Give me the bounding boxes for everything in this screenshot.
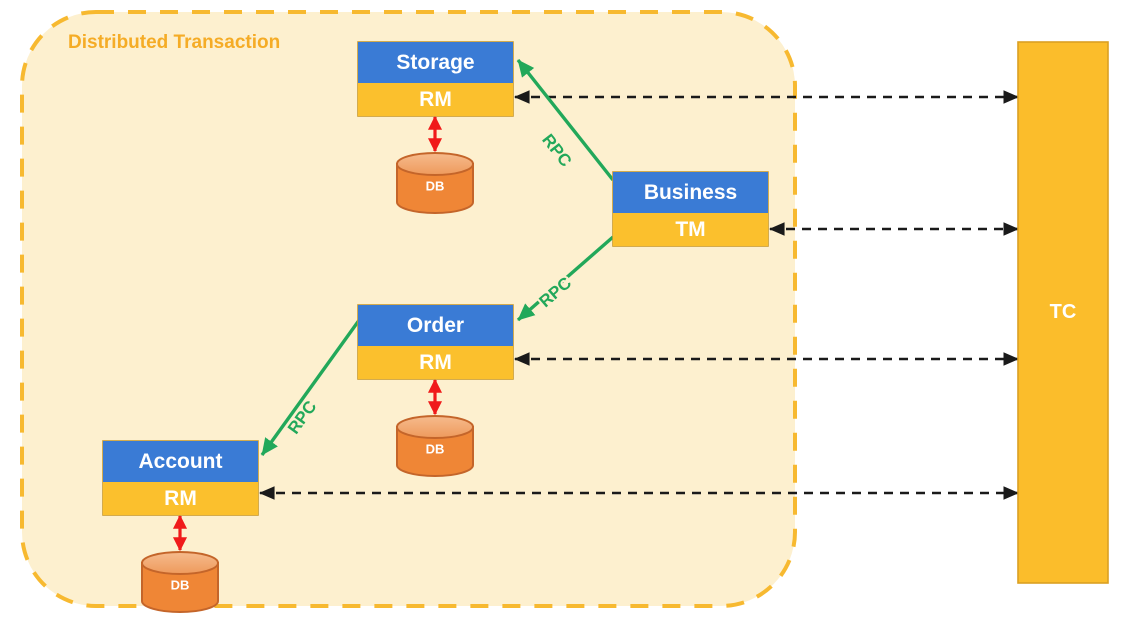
node-title-account: Account [139,450,223,473]
node-role-storage: RM [419,88,452,111]
node-title-storage: Storage [396,51,474,74]
database-account-db[interactable]: DB [141,551,219,613]
tc-label: TC [1050,301,1077,323]
node-role-order: RM [419,351,452,374]
db-label-storage-db: DB [426,178,445,193]
service-node-business[interactable]: Business TM [612,171,769,247]
database-order-db[interactable]: DB [396,415,474,477]
node-role-business: TM [675,218,705,241]
diagram-canvas: Distributed Transaction RPC RPC RPC RPC RPC R… [0,0,1134,626]
service-node-account[interactable]: Account RM [102,440,259,516]
node-role-account: RM [164,487,197,510]
db-label-account-db: DB [171,577,190,592]
node-title-order: Order [407,314,464,337]
db-cylinder-top-storage-db [396,152,474,176]
service-node-storage[interactable]: Storage RM [357,41,514,117]
boundary-label: Distributed Transaction [68,32,280,53]
db-cylinder-top-order-db [396,415,474,439]
node-title-business: Business [644,181,737,204]
database-storage-db[interactable]: DB [396,152,474,214]
db-cylinder-top-account-db [141,551,219,575]
transaction-coordinator[interactable]: TC [1017,41,1109,584]
db-label-order-db: DB [426,441,445,456]
architecture-diagram: Distributed Transaction RPCRPCRPCRPCRPCR… [20,10,1109,613]
service-node-order[interactable]: Order RM [357,304,514,380]
